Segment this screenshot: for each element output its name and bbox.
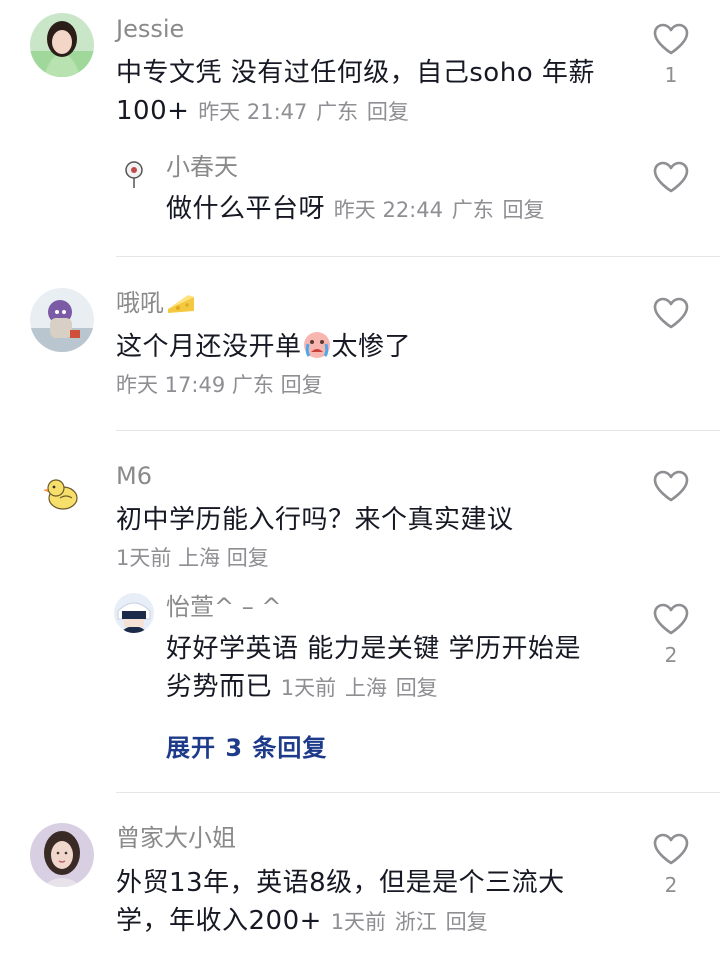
comment-username-text: 哦吼	[116, 289, 164, 317]
reply-button[interactable]: 回复	[446, 910, 488, 934]
reply-text-line: 劣势而已 1天前 上海 回复	[166, 668, 626, 707]
heart-outline-icon[interactable]	[652, 469, 690, 503]
like-control: 2	[646, 832, 696, 898]
like-control	[646, 469, 696, 503]
comment-text-line: 外贸13年，英语8级，但是是个三流大	[116, 868, 565, 898]
comment-text: 初中学历能入行吗？来个真实建议	[116, 505, 514, 535]
reply-text: 好好学英语 能力是关键 学历开始是 劣势而已 1天前 上海 回复	[166, 630, 626, 707]
reply-username[interactable]: 小春天	[166, 152, 238, 182]
comment-text-part: 这个月还没开单	[116, 332, 302, 362]
reply-button[interactable]: 回复	[367, 100, 409, 124]
reply-text-line: 好好学英语 能力是关键 学历开始是	[166, 634, 582, 664]
comment-username[interactable]: Jessie	[116, 14, 184, 44]
like-count: 1	[664, 63, 678, 87]
comment-text: 这个月还没开单 太惨了	[116, 328, 626, 366]
comment-location: 广东	[316, 100, 359, 124]
heart-outline-icon[interactable]	[652, 832, 690, 866]
reply-location: 上海	[344, 676, 387, 700]
comment-location: 广东	[231, 373, 274, 397]
comment-text: 外贸13年，英语8级，但是是个三流大 学，年收入200+ 1天前 浙江 回复	[116, 864, 626, 941]
reply-text-tail: 劣势而已	[166, 672, 273, 702]
avatar-yixuan[interactable]	[114, 593, 154, 633]
comment-username[interactable]: M6	[116, 461, 152, 491]
comment-text: 中专文凭 没有过任何级，自己soho 年薪 100+ 昨天 21:47 广东 回…	[116, 54, 626, 131]
comment-text-line: 100+ 昨天 21:47 广东 回复	[116, 92, 626, 131]
cheese-emoji-icon	[168, 295, 194, 313]
comment-time: 昨天 21:47	[198, 100, 308, 124]
comment-username[interactable]: 哦吼	[116, 288, 196, 318]
comment-text-part: 太惨了	[331, 332, 412, 362]
comment-divider	[116, 430, 720, 431]
reply-button[interactable]: 回复	[396, 676, 438, 700]
reply-username[interactable]: 怡萱^ – ^	[166, 592, 281, 622]
reply-button[interactable]: 回复	[227, 546, 269, 570]
comment-text-tail: 学，年收入200+	[116, 906, 322, 936]
comment-time: 昨天 17:49	[116, 373, 226, 397]
comment-meta: 昨天 17:49 广东 回复	[116, 369, 323, 399]
comment-text-line: 学，年收入200+ 1天前 浙江 回复	[116, 902, 626, 941]
reply-location: 广东	[451, 198, 494, 222]
comment-time: 1天前	[330, 910, 387, 934]
reply-button[interactable]: 回复	[503, 198, 545, 222]
comment-location: 浙江	[394, 910, 437, 934]
like-control: 2	[646, 602, 696, 668]
comment-username[interactable]: 曾家大小姐	[116, 823, 236, 853]
like-count: 2	[664, 873, 678, 897]
avatar-xiaochuntian[interactable]	[117, 157, 151, 191]
comment-text-line: 中专文凭 没有过任何级，自己soho 年薪	[116, 58, 595, 88]
reply-text: 做什么平台呀 昨天 22:44 广东 回复	[166, 190, 626, 229]
heart-outline-icon[interactable]	[652, 22, 690, 56]
reply-button[interactable]: 回复	[281, 373, 323, 397]
reply-text-content: 做什么平台呀	[166, 194, 326, 224]
crying-face-emoji-icon	[303, 332, 330, 358]
like-count: 2	[664, 643, 678, 667]
expand-replies-button[interactable]: 展开 3 条回复	[166, 728, 327, 763]
avatar-jessie[interactable]	[30, 13, 94, 77]
comment-meta: 1天前 上海 回复	[116, 542, 269, 572]
comment-divider	[116, 792, 720, 793]
avatar-zengjia[interactable]	[30, 823, 94, 887]
comment-location: 上海	[178, 546, 221, 570]
heart-outline-icon[interactable]	[652, 602, 690, 636]
comment-text-tail: 100+	[116, 96, 190, 126]
reply-time: 1天前	[280, 676, 337, 700]
like-control	[646, 160, 696, 194]
like-control: 1	[646, 22, 696, 88]
comment-time: 1天前	[116, 546, 172, 570]
reply-time: 昨天 22:44	[333, 198, 443, 222]
heart-outline-icon[interactable]	[652, 160, 690, 194]
comment-divider	[116, 256, 720, 257]
heart-outline-icon[interactable]	[652, 296, 690, 330]
like-control	[646, 296, 696, 330]
avatar-ohou[interactable]	[30, 288, 94, 352]
avatar-m6[interactable]	[30, 462, 94, 526]
